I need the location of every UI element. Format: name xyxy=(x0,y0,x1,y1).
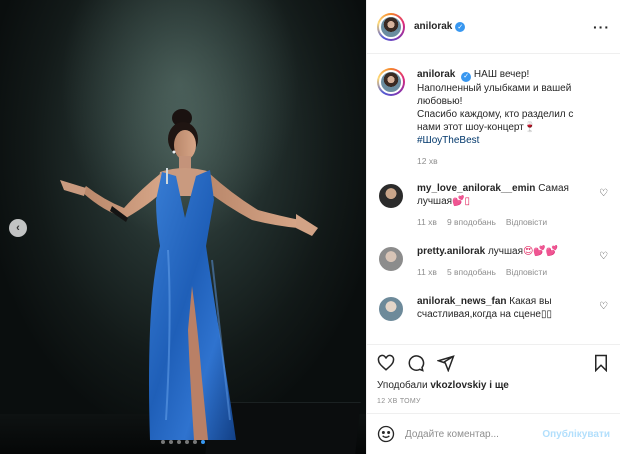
share-icon[interactable] xyxy=(437,354,455,372)
commenter-avatar[interactable] xyxy=(377,181,405,210)
carousel-dot xyxy=(201,440,205,444)
smiley-icon[interactable] xyxy=(377,425,395,443)
comment-item: my_love_anilorak__emin Самая лучшая💕▯ 11… xyxy=(377,181,610,229)
comment-emoji: 💕▯ xyxy=(452,195,471,207)
performer-figure xyxy=(60,109,318,440)
caption-avatar[interactable] xyxy=(377,68,405,96)
publish-button[interactable]: Опублікувати xyxy=(542,429,610,440)
bookmark-icon[interactable] xyxy=(592,354,610,372)
comment-time[interactable]: 11 хв xyxy=(417,266,437,279)
comment-likes[interactable]: 5 вподобань xyxy=(447,266,496,279)
previous-slide-button[interactable]: ‹ xyxy=(9,219,27,237)
comments-list: anilorak ✓ НАШ вечер! Наполненный улыбка… xyxy=(367,54,620,344)
comment-meta: 11 хв 9 вподобань Відповісти xyxy=(417,216,589,229)
carousel-dot xyxy=(185,440,189,444)
caption-text: anilorak ✓ НАШ вечер! Наполненный улыбка… xyxy=(417,68,589,147)
post-timestamp: 12 ХВ ТОМУ xyxy=(367,392,620,414)
comment-text: anilorak_news_fan Какая вы счастливая,ко… xyxy=(417,295,589,321)
verified-badge-icon: ✓ xyxy=(455,21,466,32)
reply-button[interactable]: Відповісти xyxy=(506,266,547,279)
comment-like-heart-icon[interactable]: ♡ xyxy=(599,188,608,199)
caption-line: Спасибо каждому, кто разделил с нами это… xyxy=(417,108,574,133)
comment-message: лучшая xyxy=(487,245,523,257)
reply-button[interactable]: Відповісти xyxy=(506,216,547,229)
carousel-indicator xyxy=(0,440,366,444)
comment-time[interactable]: 11 хв xyxy=(417,216,437,229)
commenter-avatar[interactable] xyxy=(377,244,405,273)
heart-icon[interactable] xyxy=(377,354,395,372)
comment-like-heart-icon[interactable]: ♡ xyxy=(599,251,608,262)
commenter-avatar[interactable] xyxy=(377,294,405,323)
carousel-dot xyxy=(177,440,181,444)
post-sidebar: anilorak ✓ ··· anilorak ✓ НАШ вечер! Нап… xyxy=(366,0,620,454)
comment-icon[interactable] xyxy=(407,354,425,372)
commenter-username[interactable]: anilorak_news_fan xyxy=(417,296,506,307)
action-bar xyxy=(367,344,620,380)
caption: anilorak ✓ НАШ вечер! Наполненный улыбка… xyxy=(377,68,610,168)
verified-badge-icon: ✓ xyxy=(461,71,472,82)
comment-meta: 11 хв 5 вподобань Відповісти xyxy=(417,266,589,279)
caption-meta: 12 хв xyxy=(417,155,589,168)
commenter-username[interactable]: my_love_anilorak__emin xyxy=(417,183,535,194)
comment-like-heart-icon[interactable]: ♡ xyxy=(599,301,608,312)
likes-prefix: Уподобали xyxy=(377,380,428,391)
comment-likes[interactable]: 9 вподобань xyxy=(447,216,496,229)
add-comment-bar: Опублікувати xyxy=(367,414,620,454)
more-options-icon[interactable]: ··· xyxy=(593,19,610,35)
author-avatar[interactable] xyxy=(377,12,405,41)
caption-line: НАШ вечер! xyxy=(473,69,530,80)
author-username[interactable]: anilorak xyxy=(414,21,452,32)
carousel-dot xyxy=(193,440,197,444)
liker-username[interactable]: vkozlovskiy xyxy=(430,380,486,391)
caption-hashtag[interactable]: #ШоуTheBest xyxy=(417,135,479,146)
caption-time[interactable]: 12 хв xyxy=(417,155,438,168)
comment-emoji: 😍💕💕 xyxy=(523,245,559,257)
likes-summary: Уподобали vkozlovskiy і ще xyxy=(367,380,620,392)
carousel-dot xyxy=(169,440,173,444)
instagram-post-viewer: ‹ anilorak ✓ ··· anilorak ✓ НАШ вечер! Н… xyxy=(0,0,620,454)
comment-input[interactable] xyxy=(405,428,543,440)
caption-username[interactable]: anilorak xyxy=(417,69,455,80)
carousel-dot xyxy=(161,440,165,444)
commenter-username[interactable]: pretty.anilorak xyxy=(417,246,485,257)
caption-line: Наполненный улыбками и вашей любовью! xyxy=(417,82,572,107)
comment-item: pretty.anilorak лучшая😍💕💕 11 хв 5 вподоб… xyxy=(377,244,610,279)
likes-more-link[interactable]: і ще xyxy=(489,380,509,391)
comment-text: pretty.anilorak лучшая😍💕💕 xyxy=(417,245,589,258)
comment-text: my_love_anilorak__emin Самая лучшая💕▯ xyxy=(417,182,589,208)
post-photo[interactable]: ‹ xyxy=(0,0,366,454)
post-header: anilorak ✓ ··· xyxy=(367,0,620,54)
comment-item: anilorak_news_fan Какая вы счастливая,ко… xyxy=(377,294,610,329)
